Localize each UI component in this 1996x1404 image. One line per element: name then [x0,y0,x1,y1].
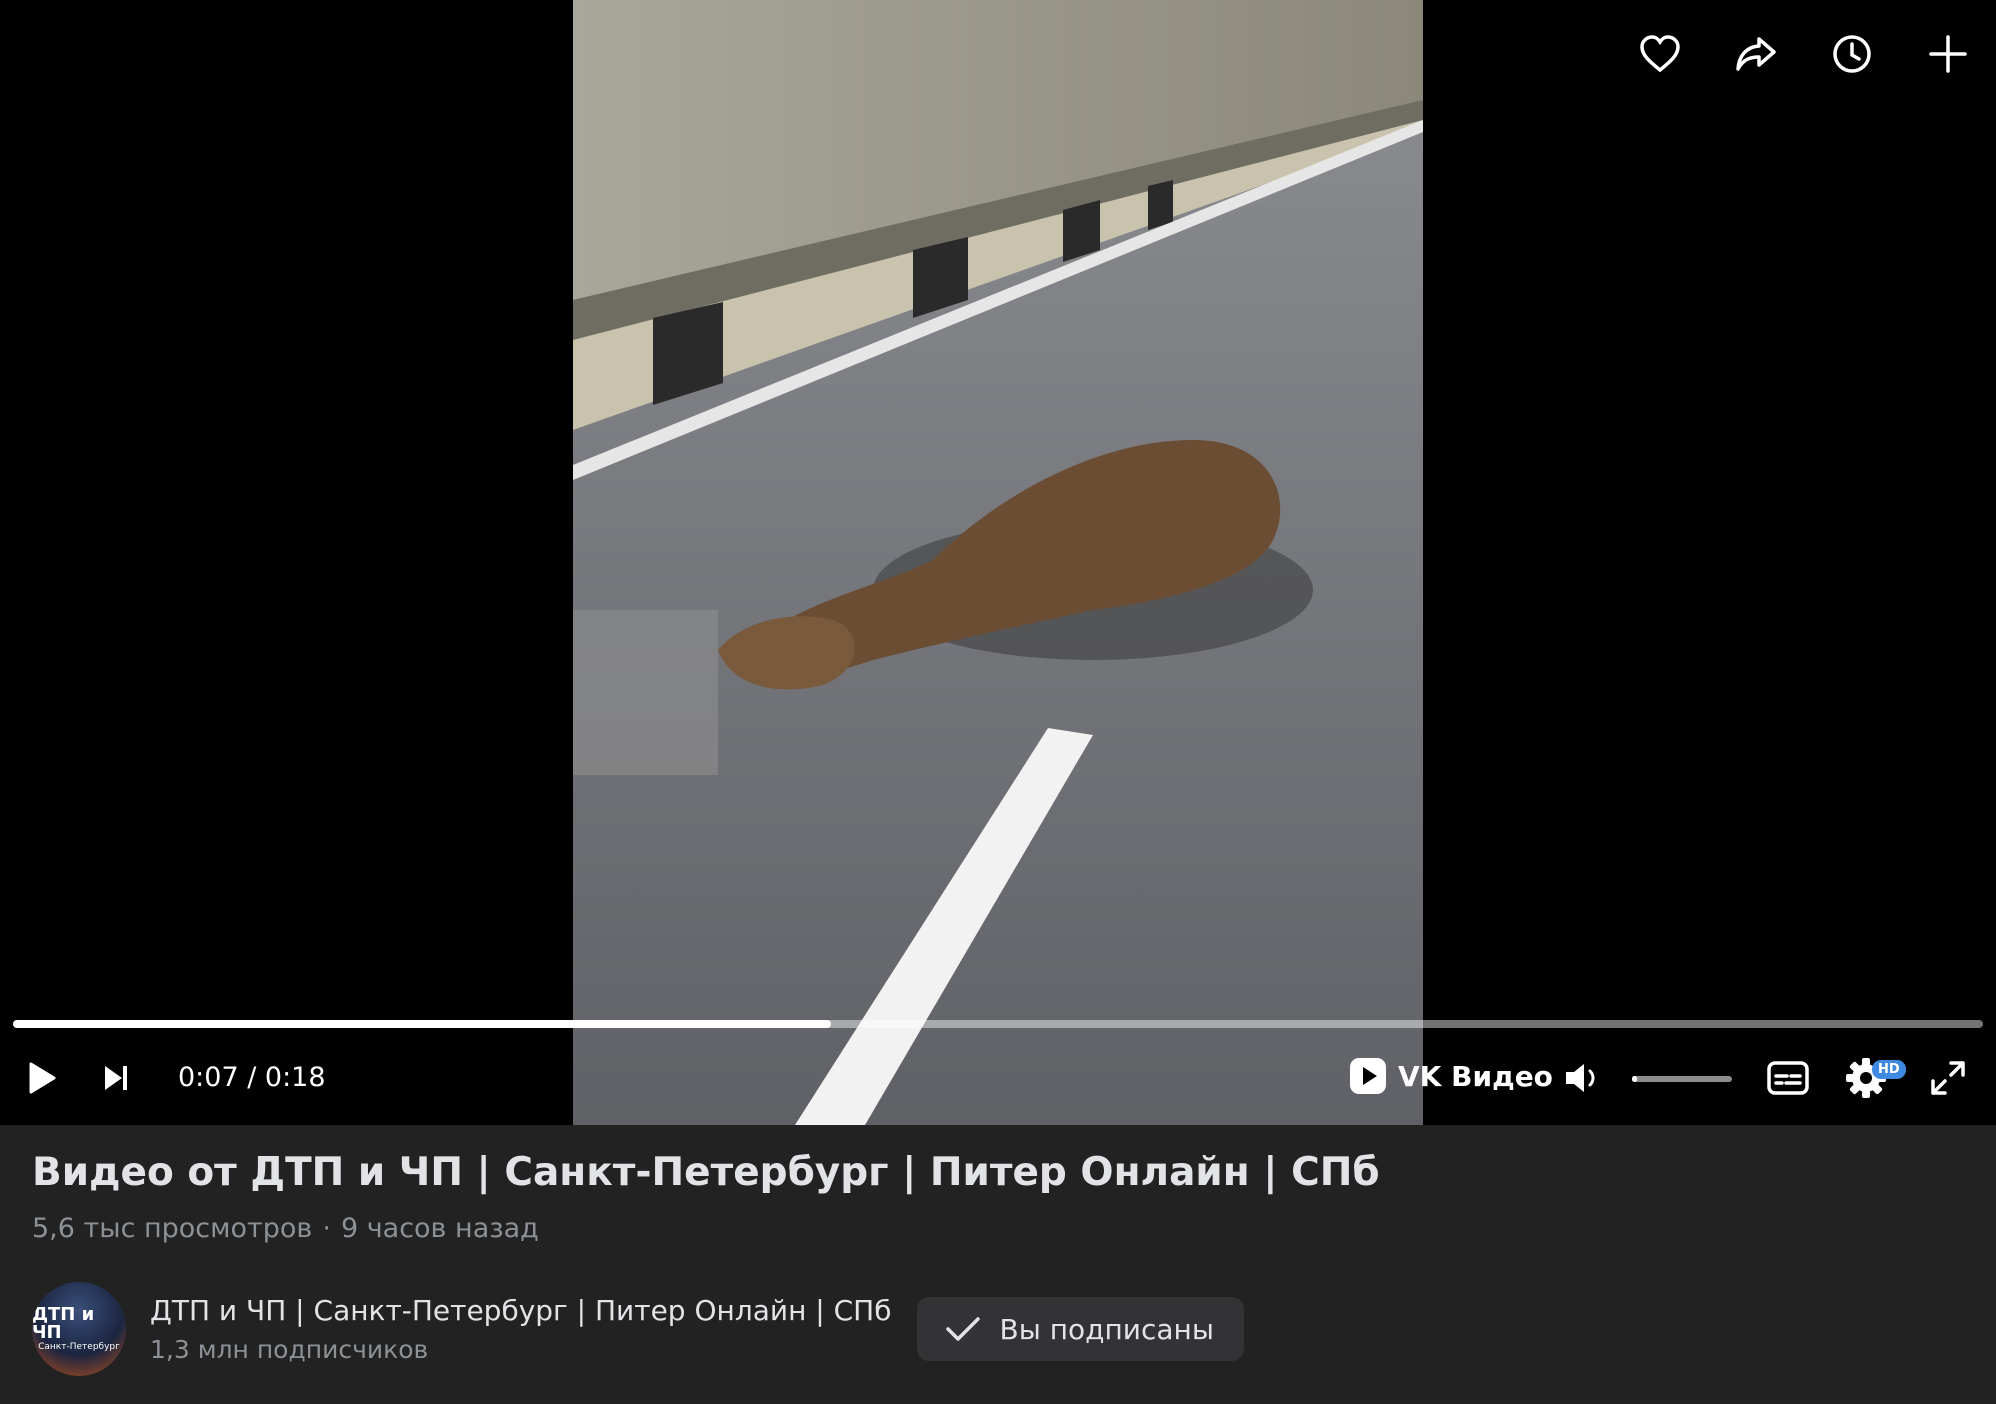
control-bar: 0:07 / 0:18 VK Видео HD [0,1048,1996,1108]
subscribed-label: Вы подписаны [999,1312,1214,1346]
video-meta: 5,6 тыс просмотров · 9 часов назад [32,1213,1964,1244]
plus-icon [1929,35,1967,73]
avatar-title: ДТП и ЧП [32,1304,95,1343]
progress-fill [13,1020,831,1028]
add-to-playlist-button[interactable] [1922,28,1974,80]
vk-video-label: VK Видео [1398,1059,1553,1093]
subscribed-button[interactable]: Вы подписаны [917,1297,1244,1361]
subtitles-icon [1767,1061,1809,1095]
fullscreen-button[interactable] [1928,1058,1968,1098]
watch-later-button[interactable] [1826,28,1878,80]
published-time: 9 часов назад [340,1213,539,1244]
meta-separator: · [322,1213,331,1244]
next-icon [105,1066,127,1090]
time-separator: / [238,1062,265,1093]
progress-bar[interactable] [13,1020,1983,1028]
like-button[interactable] [1634,28,1686,80]
volume-button[interactable] [1562,1058,1604,1098]
volume-slider[interactable] [1632,1076,1732,1082]
checkmark-icon [946,1317,981,1341]
heart-icon [1640,35,1680,73]
video-frame[interactable] [573,0,1423,1125]
avatar-subtitle: Санкт-Петербург [38,1342,120,1352]
channel-avatar[interactable]: ДТП и ЧП Санкт-Петербург [32,1282,126,1376]
vk-video-logo-icon [1350,1058,1386,1094]
hd-badge: HD [1872,1060,1906,1079]
play-icon [29,1062,56,1094]
volume-fill [1632,1076,1637,1082]
fullscreen-icon [1931,1061,1965,1095]
time-display: 0:07 / 0:18 [178,1062,326,1093]
video-still [573,0,1423,1125]
next-button[interactable] [98,1060,134,1096]
time-current: 0:07 [178,1062,239,1093]
time-duration: 0:18 [264,1062,326,1093]
subtitles-button[interactable] [1766,1058,1810,1098]
share-icon [1736,37,1776,71]
vk-video-link[interactable]: VK Видео [1348,1056,1553,1096]
play-button[interactable] [24,1060,60,1096]
subscriber-count: 1,3 млн подписчиков [150,1335,429,1364]
channel-text: ДТП и ЧП | Санкт-Петербург | Питер Онлай… [150,1294,891,1364]
video-info: Видео от ДТП и ЧП | Санкт-Петербург | Пи… [32,1150,1964,1244]
view-count: 5,6 тыс просмотров [32,1213,313,1244]
channel-block: ДТП и ЧП Санкт-Петербург ДТП и ЧП | Санк… [32,1282,1244,1376]
clock-icon [1833,35,1871,73]
share-button[interactable] [1730,28,1782,80]
top-actions [1634,28,1974,80]
channel-name[interactable]: ДТП и ЧП | Санкт-Петербург | Питер Онлай… [150,1294,891,1327]
video-title: Видео от ДТП и ЧП | Санкт-Петербург | Пи… [32,1150,1380,1195]
video-player[interactable]: 0:07 / 0:18 VK Видео HD [0,0,1996,1125]
volume-icon [1566,1064,1595,1092]
